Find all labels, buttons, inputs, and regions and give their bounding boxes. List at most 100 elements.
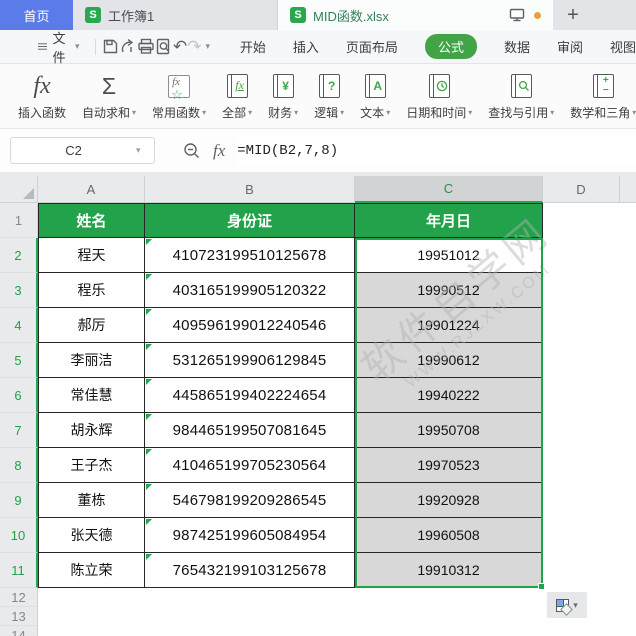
cell-empty[interactable] bbox=[38, 626, 636, 636]
row-header-13[interactable]: 13 bbox=[0, 607, 38, 626]
math-trig-functions-button[interactable]: + − 数学和三角 ▾ bbox=[562, 67, 636, 125]
financial-functions-button[interactable]: ¥ 财务 ▾ bbox=[260, 67, 306, 125]
cell-id[interactable]: 546798199209286545 bbox=[145, 483, 355, 518]
save-button[interactable] bbox=[102, 34, 119, 60]
row-header-8[interactable]: 8 bbox=[0, 448, 38, 483]
cell-empty[interactable] bbox=[543, 378, 636, 413]
cell-name[interactable]: 张天德 bbox=[38, 518, 145, 553]
common-functions-button[interactable]: fx ☆ 常用函数 ▾ bbox=[144, 67, 214, 125]
column-header-b[interactable]: B bbox=[145, 176, 355, 203]
cell-date[interactable]: 19910312 bbox=[355, 553, 543, 588]
date-time-functions-button[interactable]: 日期和时间 ▾ bbox=[398, 67, 480, 125]
document-tab-workbook1[interactable]: S 工作簿1 bbox=[73, 0, 277, 30]
insert-function-button[interactable]: fx 插入函数 bbox=[10, 67, 74, 125]
cell-name[interactable]: 郝厉 bbox=[38, 308, 145, 343]
cell-date[interactable]: 19970523 bbox=[355, 448, 543, 483]
lookup-reference-functions-button[interactable]: 查找与引用 ▾ bbox=[480, 67, 562, 125]
print-preview-button[interactable] bbox=[155, 34, 173, 60]
cell-name[interactable]: 王子杰 bbox=[38, 448, 145, 483]
cell-id[interactable]: 409596199012240546 bbox=[145, 308, 355, 343]
row-header-14[interactable]: 14 bbox=[0, 626, 38, 636]
formula-input[interactable]: =MID(B2,7,8) bbox=[237, 137, 636, 164]
cell-id[interactable]: 445865199402224654 bbox=[145, 378, 355, 413]
row-header-7[interactable]: 7 bbox=[0, 413, 38, 448]
cell-name[interactable]: 程乐 bbox=[38, 273, 145, 308]
cell-name[interactable]: 董栋 bbox=[38, 483, 145, 518]
fill-options-button[interactable]: ▾ bbox=[547, 592, 587, 618]
cell-id[interactable]: 987425199605084954 bbox=[145, 518, 355, 553]
cell-date[interactable]: 19901224 bbox=[355, 308, 543, 343]
row-header-2[interactable]: 2 bbox=[0, 238, 38, 273]
export-button[interactable] bbox=[119, 34, 137, 60]
tab-insert[interactable]: 插入 bbox=[293, 37, 319, 56]
row-header-11[interactable]: 11 bbox=[0, 553, 38, 588]
cell-empty[interactable] bbox=[543, 308, 636, 343]
cell-id[interactable]: 403165199905120322 bbox=[145, 273, 355, 308]
tab-formulas[interactable]: 公式 bbox=[424, 34, 477, 59]
name-box[interactable]: C2 ▾ bbox=[10, 137, 155, 164]
row-header-9[interactable]: 9 bbox=[0, 483, 38, 518]
row-header-6[interactable]: 6 bbox=[0, 378, 38, 413]
tab-view[interactable]: 视图 bbox=[610, 37, 636, 56]
cell-a1-name-header[interactable]: 姓名 bbox=[38, 203, 145, 238]
document-tab-mid-function[interactable]: S MID函数.xlsx bbox=[277, 0, 553, 30]
cell-id[interactable]: 984465199507081645 bbox=[145, 413, 355, 448]
column-header-c[interactable]: C bbox=[355, 176, 543, 203]
logical-functions-button[interactable]: ? 逻辑 ▾ bbox=[306, 67, 352, 125]
cell-date[interactable]: 19940222 bbox=[355, 378, 543, 413]
cell-b1-id-header[interactable]: 身份证 bbox=[145, 203, 355, 238]
tab-home[interactable]: 开始 bbox=[240, 37, 266, 56]
home-button[interactable]: 首页 bbox=[0, 0, 73, 30]
column-header-d[interactable]: D bbox=[543, 176, 620, 203]
row-header-12[interactable]: 12 bbox=[0, 588, 38, 607]
cell-empty[interactable] bbox=[543, 518, 636, 553]
select-all-corner[interactable] bbox=[0, 176, 38, 203]
new-tab-button[interactable]: + bbox=[553, 0, 593, 30]
cell-date[interactable]: 19990512 bbox=[355, 273, 543, 308]
cell-empty[interactable] bbox=[543, 273, 636, 308]
file-menu-button[interactable]: 文件 ▾ bbox=[0, 28, 88, 66]
cell-name[interactable]: 常佳慧 bbox=[38, 378, 145, 413]
cell-empty[interactable] bbox=[543, 238, 636, 273]
cell-id[interactable]: 531265199906129845 bbox=[145, 343, 355, 378]
redo-button[interactable]: ↷ bbox=[187, 34, 201, 60]
column-header-a[interactable]: A bbox=[38, 176, 145, 203]
tab-data[interactable]: 数据 bbox=[504, 37, 530, 56]
chevron-down-icon[interactable]: ▾ bbox=[136, 145, 154, 156]
cell-empty[interactable] bbox=[543, 413, 636, 448]
cell-name[interactable]: 李丽洁 bbox=[38, 343, 145, 378]
cell-name[interactable]: 陈立荣 bbox=[38, 553, 145, 588]
cell-name[interactable]: 胡永辉 bbox=[38, 413, 145, 448]
cell-id[interactable]: 410465199705230564 bbox=[145, 448, 355, 483]
toolbar-more-button[interactable]: ▾ bbox=[202, 34, 214, 60]
tab-page-layout[interactable]: 页面布局 bbox=[346, 37, 398, 56]
cell-empty[interactable] bbox=[543, 553, 636, 588]
cell-empty[interactable] bbox=[543, 448, 636, 483]
monitor-icon[interactable] bbox=[509, 8, 525, 22]
cell-empty[interactable] bbox=[543, 203, 636, 238]
cell-date[interactable]: 19960508 bbox=[355, 518, 543, 553]
row-header-4[interactable]: 4 bbox=[0, 308, 38, 343]
row-header-3[interactable]: 3 bbox=[0, 273, 38, 308]
autosum-button[interactable]: Σ 自动求和 ▾ bbox=[74, 67, 144, 125]
cell-id[interactable]: 410723199510125678 bbox=[145, 238, 355, 273]
cell-name[interactable]: 程天 bbox=[38, 238, 145, 273]
cell-date-active[interactable]: 19951012 bbox=[355, 238, 543, 273]
all-functions-button[interactable]: fx 全部 ▾ bbox=[214, 67, 260, 125]
cell-empty[interactable] bbox=[543, 343, 636, 378]
row-header-10[interactable]: 10 bbox=[0, 518, 38, 553]
cell-date[interactable]: 19990612 bbox=[355, 343, 543, 378]
undo-button[interactable]: ↶ bbox=[173, 34, 187, 60]
cell-date[interactable]: 19950708 bbox=[355, 413, 543, 448]
cell-c1-date-header[interactable]: 年月日 bbox=[355, 203, 543, 238]
cell-empty[interactable] bbox=[543, 483, 636, 518]
cell-id[interactable]: 765432199103125678 bbox=[145, 553, 355, 588]
tab-review[interactable]: 审阅 bbox=[557, 37, 583, 56]
row-header-1[interactable]: 1 bbox=[0, 203, 38, 238]
column-header-e-partial[interactable] bbox=[620, 176, 636, 203]
print-button[interactable] bbox=[137, 34, 155, 60]
text-functions-button[interactable]: A 文本 ▾ bbox=[352, 67, 398, 125]
zoom-out-icon[interactable] bbox=[183, 142, 201, 160]
cell-date[interactable]: 19920928 bbox=[355, 483, 543, 518]
row-header-5[interactable]: 5 bbox=[0, 343, 38, 378]
